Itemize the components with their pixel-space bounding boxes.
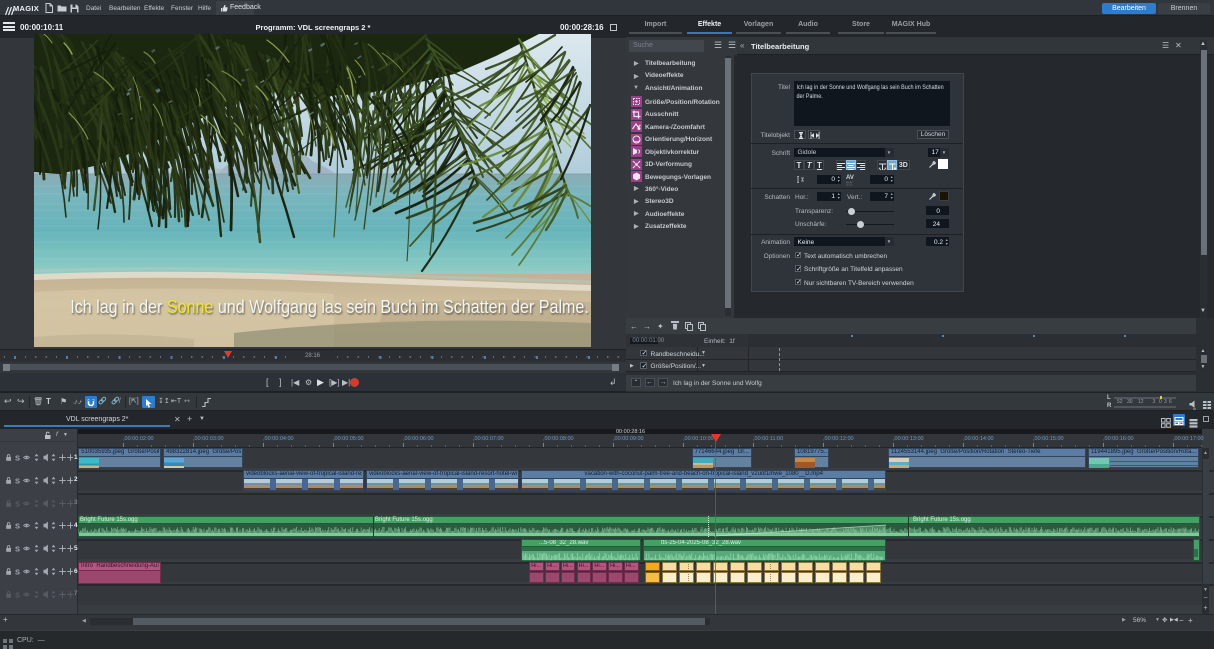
- svg-text:S: S: [15, 499, 20, 508]
- svg-text:S: S: [15, 476, 20, 485]
- svg-text:S: S: [15, 568, 20, 577]
- svg-text:S: S: [15, 454, 20, 463]
- svg-text:S: S: [15, 590, 20, 599]
- svg-text:S: S: [15, 522, 20, 531]
- svg-text:S: S: [15, 545, 20, 554]
